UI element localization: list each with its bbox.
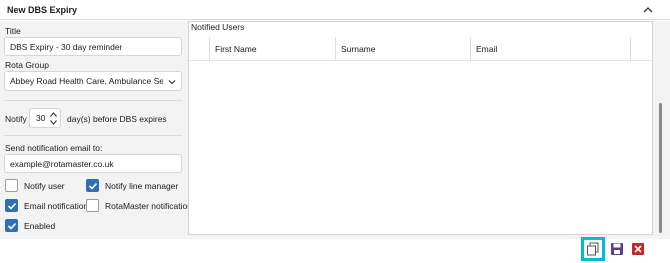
column-email[interactable]: Email — [470, 37, 630, 61]
chevron-down-icon — [168, 80, 176, 85]
checkmark-icon — [7, 202, 17, 210]
checkmark-icon — [7, 222, 17, 230]
checkbox-box — [5, 199, 18, 212]
checkmark-icon — [88, 182, 98, 190]
column-label: Email — [476, 44, 498, 54]
column-first-name[interactable]: First Name — [209, 37, 335, 61]
copy-button[interactable] — [581, 237, 605, 261]
scrollbar[interactable] — [656, 21, 664, 235]
title-label: Title — [5, 26, 21, 36]
notify-line-manager-checkbox[interactable]: Notify line manager — [86, 179, 186, 195]
scrollbar-thumb[interactable] — [659, 103, 662, 233]
checkbox-box — [86, 179, 99, 192]
close-icon — [632, 243, 644, 255]
notify-user-label: Notify user — [24, 181, 65, 191]
rotamaster-notification-label: RotaMaster notification — [105, 201, 192, 211]
enabled-label: Enabled — [24, 221, 56, 231]
close-button[interactable] — [631, 242, 647, 258]
email-notification-label: Email notification — [24, 201, 89, 211]
notify-days-stepper[interactable]: 30 — [29, 108, 61, 128]
column-spacer — [630, 37, 652, 61]
section-title: New DBS Expiry — [7, 5, 78, 15]
notify-suffix: day(s) before DBS expires — [67, 114, 167, 124]
checkbox-box — [5, 179, 18, 192]
notified-users-header: First Name Surname Email — [189, 37, 652, 61]
stepper-down-icon[interactable] — [50, 120, 57, 125]
section-header: New DBS Expiry — [0, 0, 670, 20]
divider — [4, 100, 182, 101]
notify-days-value: 30 — [36, 113, 46, 123]
column-label: First Name — [215, 44, 257, 54]
checkbox-box — [86, 199, 99, 212]
notification-email-value: example@rotamaster.co.uk — [10, 158, 114, 169]
notify-user-checkbox[interactable]: Notify user — [5, 179, 85, 195]
notify-line-manager-label: Notify line manager — [105, 181, 179, 191]
notification-email-input[interactable]: example@rotamaster.co.uk — [4, 154, 182, 173]
copy-icon — [587, 242, 599, 256]
notified-users-title: Notified Users — [191, 22, 245, 32]
email-label: Send notification email to: — [5, 143, 103, 153]
chevron-up-icon[interactable] — [642, 4, 654, 16]
checkbox-box — [5, 219, 18, 232]
save-icon — [611, 243, 623, 255]
title-input[interactable]: DBS Expiry - 30 day reminder — [4, 37, 182, 56]
rota-group-value: Abbey Road Health Care, Ambulance Servic… — [10, 76, 163, 86]
rotamaster-notification-checkbox[interactable]: RotaMaster notification — [86, 199, 192, 215]
rota-group-label: Rota Group — [5, 60, 49, 70]
divider — [4, 135, 182, 136]
save-button[interactable] — [610, 242, 626, 258]
column-surname[interactable]: Surname — [335, 37, 470, 61]
rota-group-select[interactable]: Abbey Road Health Care, Ambulance Servic… — [4, 71, 182, 91]
column-label: Surname — [341, 44, 376, 54]
notify-label: Notify — [5, 114, 27, 124]
email-notification-checkbox[interactable]: Email notification — [5, 199, 89, 215]
stepper-up-icon[interactable] — [50, 112, 57, 117]
enabled-checkbox[interactable]: Enabled — [5, 219, 85, 235]
title-input-value: DBS Expiry - 30 day reminder — [10, 41, 123, 52]
